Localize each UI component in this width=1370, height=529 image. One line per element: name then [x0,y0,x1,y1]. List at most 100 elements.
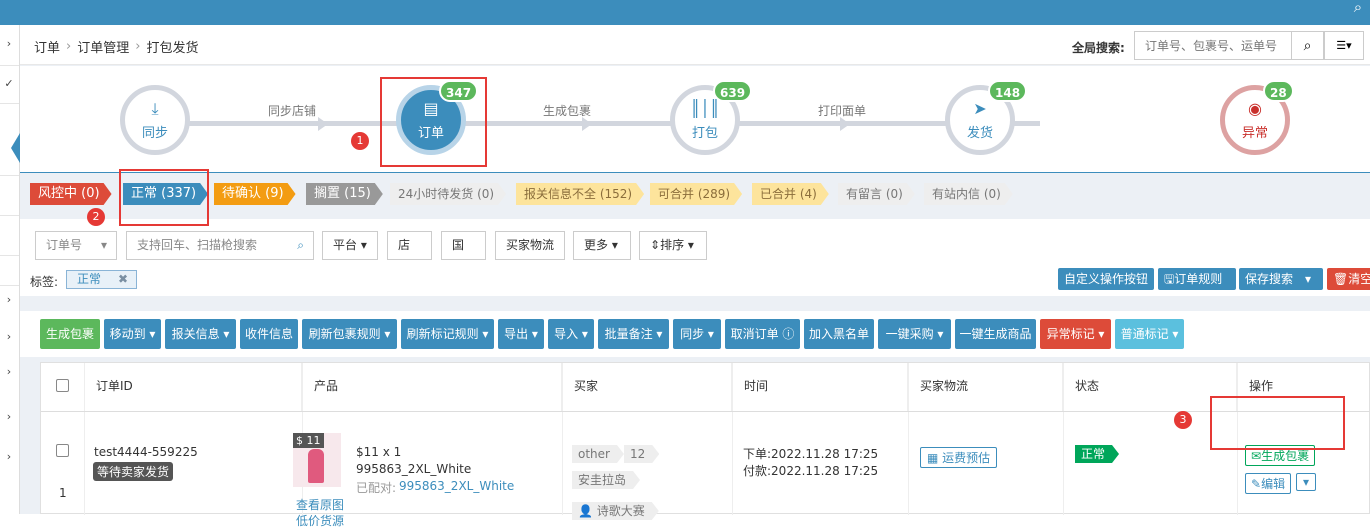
more-dropdown[interactable]: 更多 ▾ [573,231,631,260]
pay-time: 付款:2022.11.28 17:25 [743,464,879,478]
flow-line [160,121,1040,126]
view-image-link[interactable]: 查看原图 [296,496,344,513]
tab-merged[interactable]: 已合并 (4) [752,183,829,205]
exception-mark-dropdown[interactable]: 异常标记 ▾ [1040,319,1111,349]
list-menu-icon: ☰▾ [1336,40,1352,52]
sync-dropdown[interactable]: 同步 ▾ [673,319,721,349]
flow-arrow-icon [840,117,850,131]
low-price-source-link[interactable]: 低价货源 [296,512,344,529]
export-dropdown[interactable]: 导出 ▾ [498,319,544,349]
action-toolbar: 生成包裹 移动到 ▾ 报关信息 ▾ 收件信息 刷新包裹规则 ▾ 刷新标记规则 ▾… [20,311,1370,357]
search-icon[interactable]: ⌕ [1348,0,1368,18]
platform-dropdown[interactable]: 平台 ▾ [322,231,378,260]
tab-messages[interactable]: 有留言 (0) [838,183,915,205]
breadcrumb-item[interactable]: 订单管理 [77,37,129,56]
flow-node-sync[interactable]: ⤓ 同步 [120,85,190,155]
chevron-icon[interactable]: › [2,37,16,51]
custom-action-button[interactable]: 自定义操作按钮 [1058,268,1154,290]
chevron-icon[interactable]: › [2,365,16,379]
sidebar-active-pointer [11,133,20,163]
row-index: 1 [59,486,67,500]
search-icon: ⌕ [1303,37,1312,53]
tab-customs[interactable]: 报关信息不全 (152) [516,183,644,205]
flow-arrow-icon [318,117,328,131]
order-rules-button[interactable]: 🖫订单规则 [1158,268,1236,290]
normal-mark-dropdown[interactable]: 普通标记 ▾ [1115,319,1184,349]
user-icon: 👤 [578,504,593,518]
save-search-button[interactable]: 保存搜索 ▾ [1239,268,1323,290]
search-input[interactable]: 支持回车、扫描枪搜索 ⌕ [126,231,314,260]
trash-icon: 🗑 [1333,272,1349,286]
buyer-tag-name[interactable]: 👤 诗歌大赛 [572,502,659,520]
flow-node-pack[interactable]: ║│║ 打包 639 [670,80,753,155]
country-button[interactable]: 国家 [441,231,486,279]
cancel-order-button[interactable]: 取消订单 ⓘ [725,319,800,349]
annotation-number: 2 [87,208,105,226]
tab-pending[interactable]: 待确认 (9) [214,183,296,205]
order-number-select[interactable]: 订单号 ▾ [35,231,117,260]
paired-label: 已配对: [356,481,397,495]
refresh-tag-rules-dropdown[interactable]: 刷新标记规则 ▾ [401,319,494,349]
select-all-checkbox[interactable] [56,379,69,392]
flow-node-exception[interactable]: ◉ 异常 28 [1220,80,1294,155]
paired-sku-link[interactable]: 995863_2XL_White [399,479,514,493]
count-badge: 28 [1263,80,1294,102]
buyer-tag-platform: other [572,445,624,463]
top-navbar: ⌕ [0,0,1370,25]
caret-down-icon: ▾ [1303,475,1310,489]
product-thumbnail[interactable]: $ 11 [293,433,341,487]
tag-label: 标签: [30,275,59,289]
tab-risk[interactable]: 风控中 (0) [30,183,112,205]
shop-button[interactable]: 店铺 [387,231,432,279]
tag-chip[interactable]: 正常 ✖ [66,270,137,289]
global-search-input[interactable] [1134,31,1292,60]
one-click-generate-product-button[interactable]: 一键生成商品 [955,319,1036,349]
tab-site-mail[interactable]: 有站内信 (0) [924,183,1013,205]
sort-dropdown[interactable]: ⇕排序 ▾ [639,231,707,260]
refresh-package-rules-dropdown[interactable]: 刷新包裹规则 ▾ [302,319,397,349]
flow-node-ship[interactable]: ➤ 发货 148 [945,80,1028,155]
price-tag: $ 11 [293,433,324,448]
product-sku: 995863_2XL_White [356,462,472,476]
row-edit-dropdown[interactable]: ▾ [1296,473,1317,491]
check-icon[interactable]: ✓ [2,77,16,91]
tab-shelved[interactable]: 搁置 (15) [306,183,383,205]
batch-note-dropdown[interactable]: 批量备注 ▾ [598,319,669,349]
column-menu-button[interactable]: ☰▾ [1324,31,1364,60]
import-dropdown[interactable]: 导入 ▾ [548,319,594,349]
buyer-tag-count: 12 [624,445,659,463]
status-tabs: 风控中 (0) 正常 (337) 待确认 (9) 搁置 (15) 24小时待发货… [20,172,1370,218]
flow-connector-label: 同步店铺 [268,104,317,118]
customs-info-dropdown[interactable]: 报关信息 ▾ [165,319,236,349]
global-search-button[interactable]: ⌕ [1292,31,1324,60]
buyer-tag-country: 安圭拉岛 [572,471,640,489]
shipping-estimate-button[interactable]: ▦ 运费预估 [920,447,998,468]
move-to-dropdown[interactable]: 移动到 ▾ [104,319,161,349]
breadcrumb-separator: › [135,39,141,54]
orders-table: 订单ID 产品 买家 时间 买家物流 状态 操作 1 test4444-5592… [40,362,1370,528]
annotation-highlight-box [380,77,487,167]
left-sidebar-collapsed: › ✓ › › › › › [0,25,20,514]
column-header-buyer: 买家 [562,363,732,411]
recipient-info-button[interactable]: 收件信息 [240,319,298,349]
chevron-icon[interactable]: › [2,330,16,344]
add-blacklist-button[interactable]: 加入黑名单 [804,319,874,349]
one-click-purchase-dropdown[interactable]: 一键采购 ▾ [878,319,951,349]
breadcrumb: 订单 › 订单管理 › 打包发货 [34,37,198,56]
chevron-icon[interactable]: › [2,450,16,464]
chevron-icon[interactable]: › [2,293,16,307]
breadcrumb-item[interactable]: 订单 [34,37,60,56]
column-header-product: 产品 [302,363,562,411]
column-header-time: 时间 [732,363,908,411]
row-edit-button[interactable]: ✎编辑 [1245,473,1292,494]
tag-row: 标签: 正常 ✖ 自定义操作按钮 🖫订单规则 保存搜索 ▾ 🗑清空 [20,264,1370,296]
clear-button[interactable]: 🗑清空 [1327,268,1370,290]
chevron-icon[interactable]: › [2,410,16,424]
tab-mergeable[interactable]: 可合并 (289) [650,183,742,205]
row-checkbox[interactable] [56,444,69,457]
order-id[interactable]: test4444-559225 [94,445,198,459]
tab-24h[interactable]: 24小时待发货 (0) [390,183,506,205]
close-icon[interactable]: ✖ [118,271,128,288]
generate-package-button[interactable]: 生成包裹 [40,319,100,349]
buyer-logistics-button[interactable]: 买家物流 [495,231,565,260]
